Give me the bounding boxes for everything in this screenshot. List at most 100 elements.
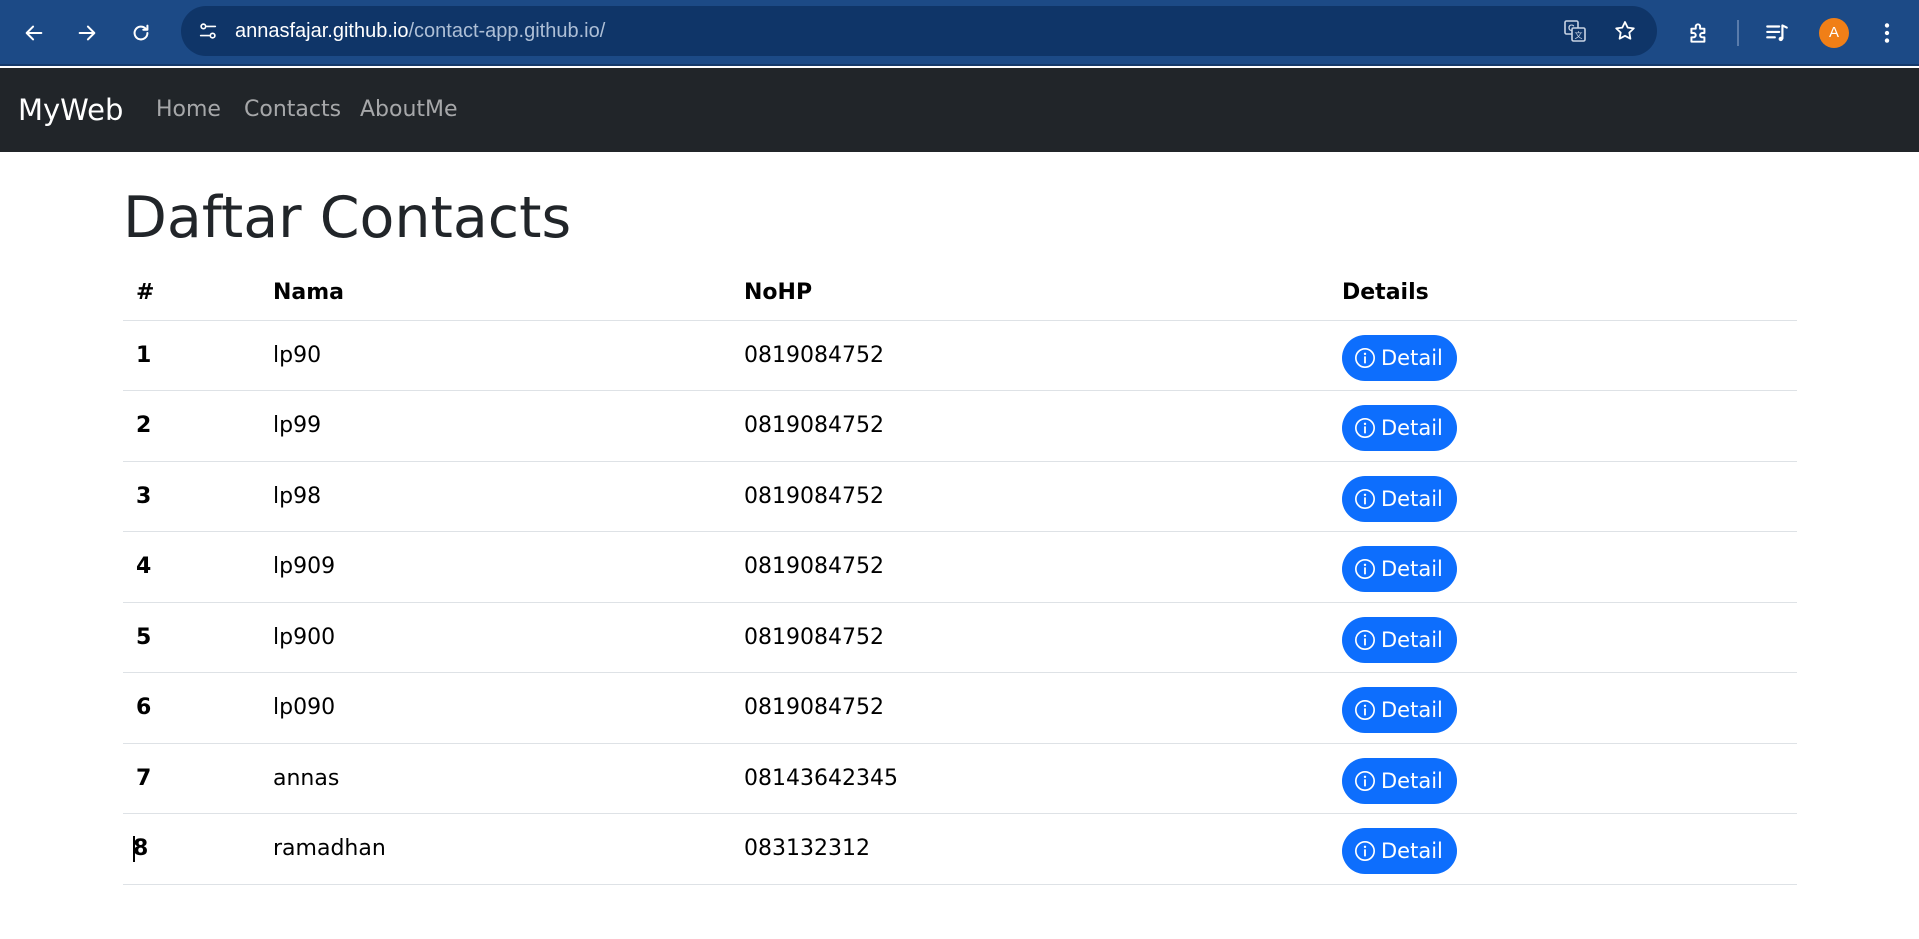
page-title: Daftar Contacts bbox=[123, 185, 572, 251]
reload-button[interactable] bbox=[121, 13, 161, 53]
nav-link-contacts[interactable]: Contacts bbox=[244, 68, 341, 152]
contact-phone: 08143642345 bbox=[731, 743, 1329, 814]
details-cell: Detail bbox=[1329, 390, 1797, 462]
row-number: 7 bbox=[123, 743, 260, 814]
detail-button-label: Detail bbox=[1381, 698, 1443, 723]
header-number: # bbox=[123, 265, 260, 321]
row-number: 6 bbox=[123, 672, 260, 744]
detail-button-label: Detail bbox=[1381, 557, 1443, 582]
nav-link-home[interactable]: Home bbox=[156, 68, 221, 152]
extensions-button[interactable] bbox=[1683, 17, 1715, 49]
detail-button[interactable]: Detail bbox=[1342, 334, 1457, 381]
details-cell: Detail bbox=[1329, 743, 1797, 814]
row-number: 2 bbox=[123, 390, 260, 462]
translate-icon: G文 bbox=[1564, 20, 1586, 42]
table-row: 8 ramadhan 083132312 Detail bbox=[123, 813, 1797, 885]
contact-phone: 0819084752 bbox=[731, 672, 1329, 744]
media-control-button[interactable] bbox=[1761, 17, 1793, 49]
profile-avatar[interactable]: A bbox=[1819, 18, 1849, 48]
details-cell: Detail bbox=[1329, 320, 1797, 391]
url-host: annasfajar.github.io bbox=[235, 20, 409, 42]
nav-link-aboutme[interactable]: AboutMe bbox=[360, 68, 458, 152]
contact-name: lp909 bbox=[260, 531, 731, 603]
detail-button[interactable]: Detail bbox=[1342, 475, 1457, 522]
browser-toolbar: annasfajar.github.io/contact-app.github.… bbox=[0, 0, 1919, 66]
forward-icon bbox=[78, 25, 96, 41]
header-nohp: NoHP bbox=[731, 265, 1329, 321]
contact-phone: 0819084752 bbox=[731, 531, 1329, 603]
table-row: 5 lp900 0819084752 Detail bbox=[123, 602, 1797, 673]
url-path: /contact-app.github.io/ bbox=[408, 20, 606, 42]
detail-button-label: Detail bbox=[1381, 768, 1443, 793]
info-icon bbox=[1355, 559, 1375, 580]
back-button[interactable] bbox=[14, 13, 54, 53]
contact-name: lp90 bbox=[260, 320, 731, 391]
contacts-table: # Nama NoHP Details 1 lp90 0819084752 De… bbox=[123, 265, 1797, 885]
address-bar[interactable]: annasfajar.github.io/contact-app.github.… bbox=[181, 6, 1657, 56]
row-number-cell: 8 bbox=[123, 813, 260, 885]
extensions-icon bbox=[1690, 23, 1706, 43]
contact-name: lp98 bbox=[260, 461, 731, 532]
info-icon bbox=[1355, 629, 1375, 650]
translate-button[interactable]: G文 bbox=[1561, 17, 1589, 45]
contact-phone: 0819084752 bbox=[731, 390, 1329, 462]
info-icon bbox=[1355, 770, 1375, 791]
row-number: 1 bbox=[123, 320, 260, 391]
info-icon bbox=[1355, 347, 1375, 368]
browser-menu-button[interactable] bbox=[1871, 17, 1903, 49]
info-icon bbox=[1355, 700, 1375, 721]
site-navbar: MyWeb Home Contacts AboutMe bbox=[0, 68, 1919, 152]
row-number: 4 bbox=[123, 531, 260, 603]
bookmark-star-button[interactable] bbox=[1611, 17, 1639, 45]
reload-icon bbox=[133, 24, 149, 41]
details-cell: Detail bbox=[1329, 672, 1797, 744]
site-info-icon bbox=[199, 23, 217, 39]
site-info-button[interactable] bbox=[195, 18, 221, 44]
header-details: Details bbox=[1329, 265, 1797, 321]
details-cell: Detail bbox=[1329, 813, 1797, 885]
navbar-brand[interactable]: MyWeb bbox=[18, 68, 123, 152]
contact-name: ramadhan bbox=[260, 813, 731, 885]
table-row: 4 lp909 0819084752 Detail bbox=[123, 531, 1797, 603]
url-text[interactable]: annasfajar.github.io/contact-app.github.… bbox=[235, 6, 605, 56]
table-row: 3 lp98 0819084752 Detail bbox=[123, 461, 1797, 532]
detail-button-label: Detail bbox=[1381, 627, 1443, 652]
contact-phone: 0819084752 bbox=[731, 602, 1329, 673]
svg-text:文: 文 bbox=[1575, 30, 1583, 40]
detail-button-label: Detail bbox=[1381, 839, 1443, 864]
contact-name: lp99 bbox=[260, 390, 731, 462]
detail-button-label: Detail bbox=[1381, 486, 1443, 511]
table-row: 1 lp90 0819084752 Detail bbox=[123, 320, 1797, 391]
details-cell: Detail bbox=[1329, 602, 1797, 673]
contact-name: annas bbox=[260, 743, 731, 814]
detail-button[interactable]: Detail bbox=[1342, 828, 1457, 875]
header-nama: Nama bbox=[260, 265, 731, 321]
details-cell: Detail bbox=[1329, 531, 1797, 603]
row-number: 3 bbox=[123, 461, 260, 532]
detail-button-label: Detail bbox=[1381, 345, 1443, 370]
more-icon bbox=[1884, 23, 1890, 43]
contact-phone: 0819084752 bbox=[731, 461, 1329, 532]
detail-button[interactable]: Detail bbox=[1342, 616, 1457, 663]
table-header-row: # Nama NoHP Details bbox=[123, 265, 1797, 321]
details-cell: Detail bbox=[1329, 461, 1797, 532]
detail-button[interactable]: Detail bbox=[1342, 546, 1457, 593]
info-icon bbox=[1355, 841, 1375, 862]
toolbar-divider bbox=[1737, 20, 1739, 46]
detail-button[interactable]: Detail bbox=[1342, 687, 1457, 734]
detail-button-label: Detail bbox=[1381, 416, 1443, 441]
contact-phone: 0819084752 bbox=[731, 320, 1329, 391]
table-row: 7 annas 08143642345 Detail bbox=[123, 743, 1797, 814]
info-icon bbox=[1355, 488, 1375, 509]
forward-button[interactable] bbox=[67, 13, 107, 53]
media-icon bbox=[1766, 24, 1788, 42]
row-number: 5 bbox=[123, 602, 260, 673]
star-icon bbox=[1615, 21, 1635, 40]
table-body: 1 lp90 0819084752 Detail 2 lp99 08190847… bbox=[123, 320, 1797, 885]
table-row: 2 lp99 0819084752 Detail bbox=[123, 390, 1797, 462]
detail-button[interactable]: Detail bbox=[1342, 757, 1457, 804]
table-row: 6 lp090 0819084752 Detail bbox=[123, 672, 1797, 744]
back-icon bbox=[25, 25, 43, 41]
detail-button[interactable]: Detail bbox=[1342, 405, 1457, 452]
contact-phone: 083132312 bbox=[731, 813, 1329, 885]
